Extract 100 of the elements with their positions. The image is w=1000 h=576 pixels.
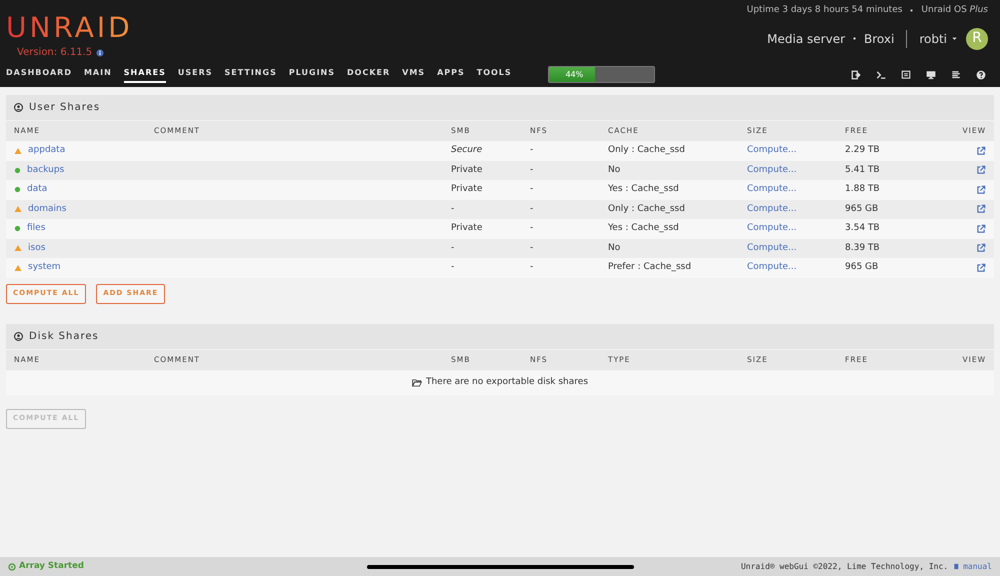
nav-tab[interactable]: DOCKER bbox=[347, 66, 390, 82]
nav-tab[interactable]: SHARES bbox=[124, 66, 166, 82]
warning-icon bbox=[14, 205, 22, 214]
external-link-icon bbox=[976, 262, 986, 273]
external-link-icon bbox=[976, 184, 986, 195]
external-link-icon bbox=[976, 243, 986, 254]
terminal-icon bbox=[876, 70, 886, 80]
nav-tab[interactable]: USERS bbox=[178, 66, 212, 82]
user-icon bbox=[14, 332, 23, 340]
table-cell-text: Private bbox=[451, 222, 484, 235]
table-cell-text: 3.54 TB bbox=[845, 222, 881, 235]
nav-tab[interactable]: MAIN bbox=[84, 66, 112, 82]
notes-icon bbox=[901, 70, 911, 80]
share-link[interactable]: data bbox=[27, 183, 48, 196]
warning-icon bbox=[14, 244, 22, 252]
server-description: Broxi bbox=[864, 30, 894, 48]
compute-link[interactable]: Compute... bbox=[747, 144, 845, 158]
external-link-icon bbox=[976, 165, 986, 176]
share-link[interactable]: isos bbox=[28, 242, 46, 255]
table-cell-text: 8.39 TB bbox=[845, 242, 881, 254]
version-label: Version: 6.11.5 bbox=[17, 46, 92, 60]
table-cell-text: Yes : Cache_ssd bbox=[608, 222, 680, 235]
separator-dot bbox=[910, 9, 914, 12]
compute-link[interactable]: Compute... bbox=[747, 202, 845, 216]
help-icon bbox=[976, 70, 986, 80]
table-cell-text: Yes : Cache_ssd bbox=[608, 183, 680, 196]
nav-tab[interactable]: SETTINGS bbox=[224, 66, 277, 82]
warning-icon bbox=[14, 146, 22, 155]
user-icon bbox=[14, 103, 23, 112]
caret-icon bbox=[951, 35, 958, 42]
table-cell-text: - bbox=[451, 202, 456, 216]
table-cell-text: - bbox=[530, 242, 534, 254]
nav-tab[interactable]: TOOLS bbox=[476, 66, 512, 82]
share-link[interactable]: system bbox=[28, 261, 61, 274]
monitor-button[interactable] bbox=[926, 70, 936, 80]
warning-icon bbox=[14, 264, 22, 272]
table-cell-text: 1.88 TB bbox=[845, 183, 881, 196]
table-cell-text: - bbox=[451, 242, 456, 254]
compute-link[interactable]: Compute... bbox=[747, 222, 845, 236]
separator-dot bbox=[853, 37, 856, 40]
empty-message: There are no exportable disk shares bbox=[426, 376, 588, 389]
table-cell-text: - bbox=[530, 202, 534, 216]
uptime-label: Uptime 3 days 8 hours 54 minutes bbox=[746, 4, 902, 17]
external-link-icon bbox=[976, 224, 986, 234]
array-status: Array Started bbox=[19, 560, 84, 573]
info-icon bbox=[96, 48, 104, 56]
status-dot bbox=[14, 225, 21, 232]
table-cell-text: Only : Cache_ssd bbox=[608, 202, 686, 216]
license-label: Unraid OS Plus bbox=[921, 4, 988, 17]
manual-link[interactable]: manual bbox=[953, 560, 992, 572]
notes-button[interactable] bbox=[901, 70, 911, 80]
compute-link[interactable]: Compute... bbox=[747, 183, 845, 196]
nav-tab[interactable]: VMS bbox=[402, 66, 426, 82]
section-title: User Shares bbox=[29, 101, 100, 115]
nav-tab[interactable]: APPS bbox=[437, 66, 465, 82]
table-cell-text: Private bbox=[451, 183, 484, 196]
play-icon bbox=[8, 562, 16, 570]
table-cell-text: No bbox=[608, 242, 622, 254]
table-cell-text: 965 GB bbox=[845, 202, 880, 216]
nav-tab[interactable]: DASHBOARD bbox=[6, 66, 72, 82]
status-dot bbox=[14, 186, 21, 194]
compute-link[interactable]: Compute... bbox=[747, 164, 845, 177]
table-cell-text: Private bbox=[451, 164, 484, 176]
user-menu[interactable]: robti bbox=[919, 30, 958, 48]
table-cell-text: 5.41 TB bbox=[845, 164, 881, 176]
share-link[interactable]: backups bbox=[27, 164, 64, 177]
logout-button[interactable] bbox=[851, 70, 861, 80]
table-cell-text: No bbox=[608, 164, 622, 176]
table-cell-text: - bbox=[530, 261, 534, 274]
external-link-icon bbox=[976, 146, 986, 156]
external-link-icon bbox=[976, 204, 986, 214]
folder-icon bbox=[412, 378, 422, 388]
compute-link[interactable]: Compute... bbox=[747, 261, 845, 274]
server-name: Media server bbox=[767, 30, 846, 48]
copyright-text: Unraid® webGui ©2022, Lime Technology, Inc. bbox=[740, 560, 948, 572]
monitor-icon bbox=[926, 70, 936, 80]
share-link[interactable]: files bbox=[27, 222, 46, 236]
table-cell-text: 2.29 TB bbox=[845, 144, 881, 157]
status-dot bbox=[14, 166, 21, 174]
logout-icon bbox=[851, 70, 861, 80]
nav-tab[interactable]: PLUGINS bbox=[288, 66, 335, 82]
table-cell-text: - bbox=[530, 144, 534, 157]
share-link[interactable]: domains bbox=[28, 202, 66, 216]
compute-link[interactable]: Compute... bbox=[747, 242, 845, 255]
log-button[interactable] bbox=[951, 70, 961, 80]
usage-reading: 44% bbox=[565, 68, 584, 80]
help-button[interactable] bbox=[976, 70, 986, 80]
share-link[interactable]: appdata bbox=[28, 144, 66, 158]
table-cell-text: - bbox=[530, 222, 534, 235]
section-title: Disk Shares bbox=[29, 330, 99, 344]
table-cell-text: 965 GB bbox=[845, 261, 880, 274]
table-cell-text: Prefer : Cache_ssd bbox=[608, 261, 692, 274]
table-cell-text: - bbox=[530, 164, 534, 176]
terminal-button[interactable] bbox=[876, 70, 886, 80]
log-icon bbox=[951, 70, 961, 80]
book-icon bbox=[953, 563, 960, 570]
table-cell-text: Only : Cache_ssd bbox=[608, 144, 686, 157]
table-cell-text: - bbox=[451, 261, 456, 274]
table-cell-text: - bbox=[530, 183, 534, 196]
table-cell-text: Secure bbox=[451, 144, 484, 157]
